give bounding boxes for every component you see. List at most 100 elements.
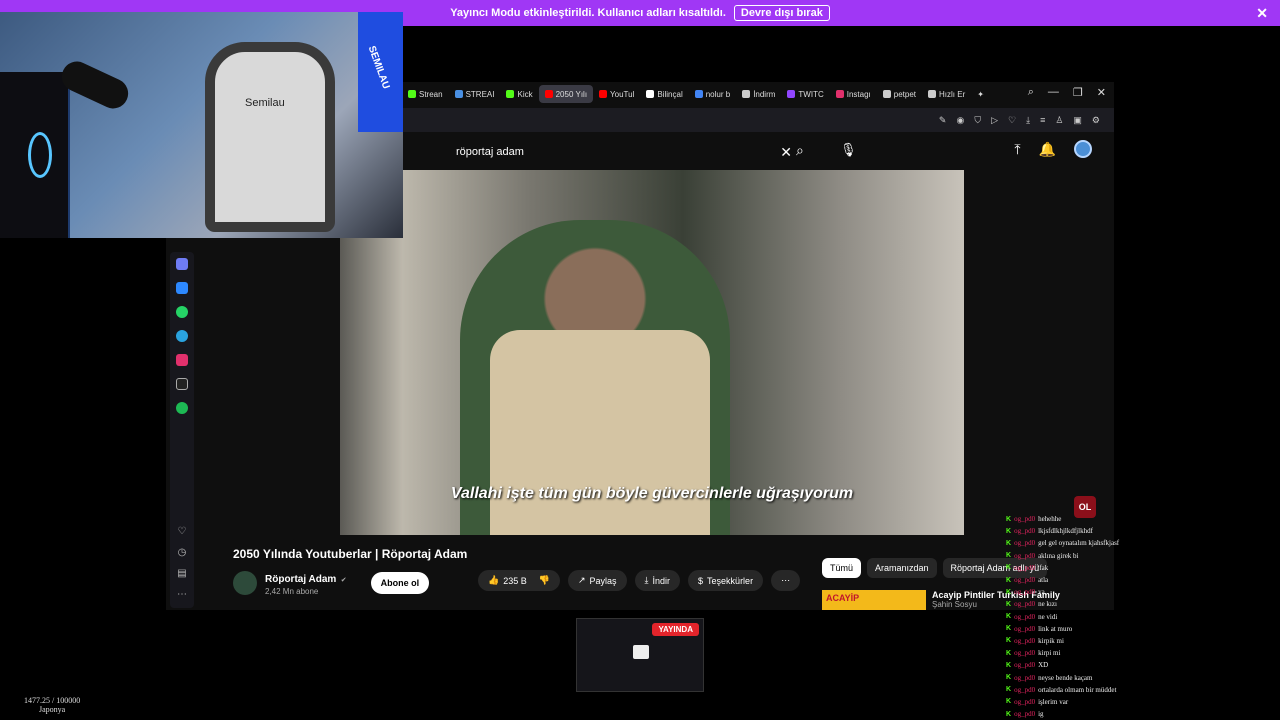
chat-text: ne kızı (1038, 600, 1057, 609)
minimize-icon[interactable]: — (1048, 86, 1059, 99)
restore-icon[interactable]: ❐ (1073, 86, 1083, 99)
chat-message: Kog_pd0 ne vidi (1006, 611, 1280, 623)
window-close-icon[interactable]: ✕ (1097, 86, 1106, 99)
channel-info: Röportaj Adam ✔ 2,42 Mn abone (265, 569, 347, 596)
camera-icon[interactable]: ◉ (956, 115, 964, 126)
subscribe-button[interactable]: Abone ol (370, 571, 430, 594)
chat-message: Kog_pd0 gel gel oynatalım kjahsfkjasf (1006, 537, 1280, 549)
kick-badge-icon: K (1006, 564, 1012, 572)
wallet-icon[interactable]: ▤ (177, 568, 186, 579)
chat-message: Kog_pd0 XD (1006, 659, 1280, 671)
video-player[interactable]: Vallahi işte tüm gün böyle güvercinlerle… (340, 170, 964, 535)
sidebar-bottom: ♡ ◷ ▤ ⋯ (177, 526, 187, 608)
whatsapp-icon[interactable] (176, 306, 188, 318)
clear-search-icon[interactable]: ✕ (780, 144, 792, 161)
bell-icon[interactable]: 🔔 (1039, 141, 1056, 158)
tab-4[interactable]: YouTul (593, 82, 640, 106)
chat-text: kirpik mi (1038, 636, 1064, 645)
tab-3-active[interactable]: 2050 Yılı (538, 85, 594, 103)
tab-8[interactable]: TWITC (781, 82, 829, 106)
chat-username: og_pd0 (1014, 636, 1036, 645)
kick-badge-icon: K (1006, 527, 1012, 535)
edit-icon[interactable]: ✎ (939, 115, 947, 126)
search-icon[interactable]: ⌕ (796, 142, 804, 159)
chat-username: og_pd0 (1014, 527, 1036, 536)
tab-search-icon[interactable]: ⌕ (1028, 86, 1034, 99)
kick-badge-icon: K (1006, 552, 1012, 560)
chat-username: og_pd0 (1014, 673, 1036, 682)
heart-icon[interactable]: ♡ (1008, 115, 1016, 126)
kick-badge-icon: K (1006, 539, 1012, 547)
shield-icon[interactable]: ⛉ (974, 115, 981, 126)
share-button[interactable]: ↗ Paylaş (567, 570, 627, 591)
search-input[interactable]: röportaj adam ✕ (456, 140, 792, 164)
kick-badge-icon: K (1006, 637, 1012, 645)
window-controls: ⌕ — ❐ ✕ (1028, 86, 1106, 99)
kick-badge-icon: K (1006, 576, 1012, 584)
like-button[interactable]: 👍 235 B 👎 (478, 570, 560, 591)
yt-header-actions: ⤒ 🔔 (1014, 140, 1092, 158)
tab-2[interactable]: Kick (500, 82, 538, 106)
tab-9[interactable]: Instagı (830, 82, 877, 106)
chat-message: Kog_pd0 link at muro (1006, 623, 1280, 635)
video-vest (490, 330, 710, 535)
heart-icon[interactable]: ♡ (178, 526, 187, 537)
kick-badge-icon: K (1006, 710, 1012, 718)
plus-icon: ✦ (977, 89, 984, 99)
profile-icon[interactable]: ♙ (1055, 115, 1063, 126)
chat-username: og_pd0 (1014, 551, 1036, 560)
download-icon[interactable]: ⤓ (1026, 115, 1030, 126)
aria-icon[interactable] (176, 258, 188, 270)
kick-badge-icon: K (1006, 625, 1012, 633)
tab-6[interactable]: nolur b (689, 82, 736, 106)
download-button[interactable]: ⤓ İndir (634, 570, 681, 591)
tab-favicon-icon (599, 90, 608, 98)
tab-0[interactable]: Strean (402, 82, 449, 106)
spotify-icon[interactable] (176, 402, 188, 414)
thumb-up-icon: 👍 (488, 575, 500, 585)
microphone-icon[interactable]: 🎙 (840, 142, 857, 158)
history-icon[interactable]: ◷ (178, 547, 187, 558)
tab-11[interactable]: Hızlı Er (922, 82, 971, 106)
instagram-icon[interactable] (176, 354, 188, 366)
thumb-down-icon[interactable]: 👎 (539, 575, 550, 586)
tab-favicon-icon (506, 90, 515, 98)
chip-from-search[interactable]: Aramanızdan (867, 558, 937, 578)
x-icon[interactable] (176, 378, 188, 390)
more-icon[interactable]: ⋯ (177, 589, 187, 600)
reco-thumbnail[interactable]: ACAYİP (822, 590, 926, 610)
kick-badge-icon: K (1006, 515, 1012, 523)
channel-avatar[interactable] (233, 570, 257, 595)
tab-10[interactable]: petpet (877, 82, 922, 106)
kick-badge-icon: K (1006, 674, 1012, 682)
live-badge: YAYINDA (652, 623, 699, 636)
tab-5[interactable]: Bilinçal (640, 82, 688, 106)
pc-case (0, 72, 70, 238)
chat-overlay: Kog_pd0 hehehhe Kog_pd0 lkjsfdlkhjlkdfjlkhd… (1006, 513, 1280, 720)
close-icon[interactable]: ✕ (1256, 5, 1268, 22)
channel-name[interactable]: Röportaj Adam (265, 574, 336, 585)
list-icon[interactable]: ≡ (1040, 115, 1045, 125)
webcam-overlay: Semilau SEMILAU (0, 12, 403, 238)
play-icon[interactable]: ▷ (991, 115, 998, 126)
chat-text: link at muro (1038, 624, 1073, 633)
stream-preview[interactable]: YAYINDA (576, 618, 704, 692)
chat-message: Kog_pd0 kirpik mi (1006, 635, 1280, 647)
download-icon: ⤓ (644, 575, 649, 585)
tab-7[interactable]: İndirm (736, 82, 781, 106)
extension-icon[interactable]: ▣ (1073, 115, 1082, 126)
disable-button[interactable]: Devre dışı bırak (733, 5, 830, 21)
messenger-icon[interactable] (176, 282, 188, 294)
new-tab-button[interactable]: ✦ (971, 82, 990, 106)
upload-icon[interactable]: ⤒ (1014, 141, 1020, 158)
telegram-icon[interactable] (176, 330, 188, 342)
thanks-button[interactable]: $ Teşekkürler (688, 570, 764, 591)
channel-row: Röportaj Adam ✔ 2,42 Mn abone Abone ol (233, 569, 430, 596)
chip-all[interactable]: Tümü (822, 558, 862, 578)
tab-1[interactable]: STREAI (449, 82, 501, 106)
avatar[interactable] (1074, 140, 1092, 158)
more-actions-button[interactable]: ⋯ (771, 570, 801, 591)
chat-message: Kog_pd0 işlerim var (1006, 696, 1280, 708)
chat-username: og_pd0 (1014, 600, 1036, 609)
settings-icon[interactable]: ⚙ (1092, 115, 1100, 126)
